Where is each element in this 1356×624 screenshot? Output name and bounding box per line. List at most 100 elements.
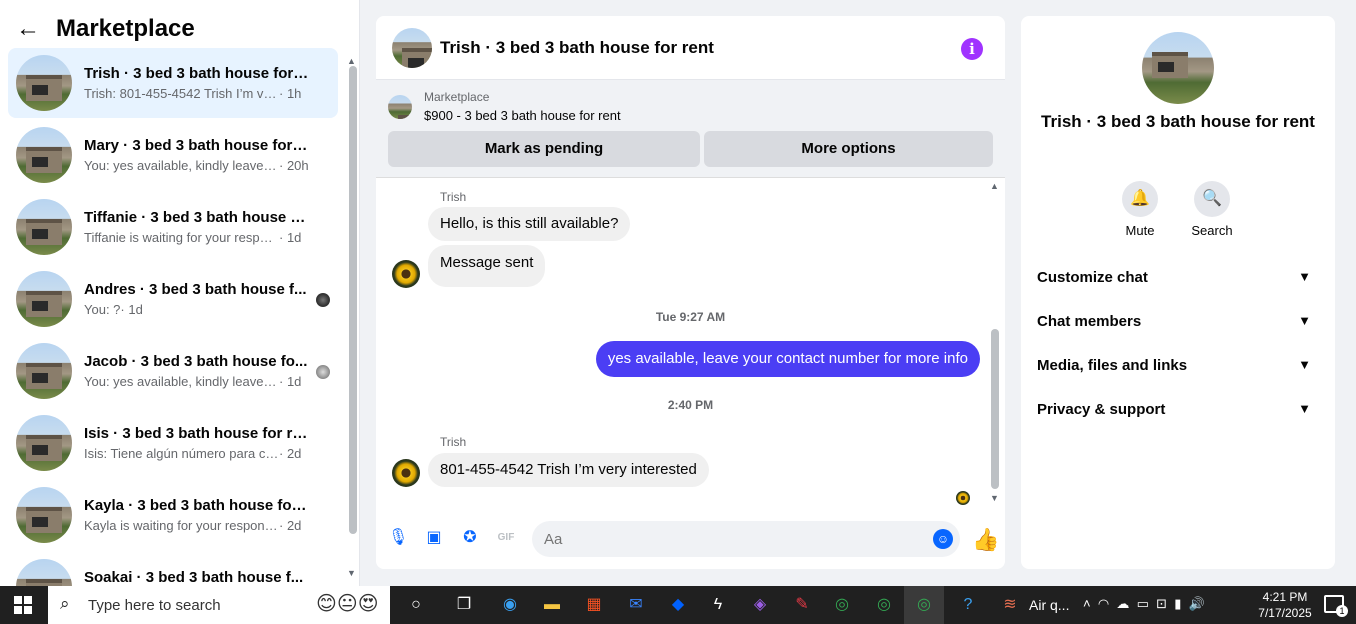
scrollbar-thumb[interactable] bbox=[349, 66, 357, 534]
conversation-time: · 1d bbox=[279, 374, 302, 389]
cortana-icon[interactable]: ○ bbox=[404, 594, 428, 616]
timestamp: Tue 9:27 AM bbox=[655, 310, 726, 324]
conversation-name: Kayla · 3 bed 3 bath house for re... bbox=[84, 497, 309, 514]
chrome-icon[interactable]: ◎ bbox=[830, 594, 854, 616]
windows-taskbar: ⌕ Type here to search 😊😐😍 ○ ❐ ◉ ▬ ▦ ✉ ◆ … bbox=[0, 586, 1356, 624]
system-tray-icons[interactable]: ˄ ◠ ☁ ▭ ⊡ ▮ 🔊 bbox=[1083, 596, 1205, 612]
house-avatar bbox=[16, 127, 72, 183]
house-avatar bbox=[16, 271, 72, 327]
conversation-name: Isis · 3 bed 3 bath house for rent bbox=[84, 425, 309, 442]
info-icon[interactable]: i bbox=[961, 38, 983, 60]
photo-icon[interactable]: ▣ bbox=[424, 528, 444, 548]
chevron-down-icon: ▼ bbox=[1298, 357, 1311, 372]
section-privacy-support[interactable]: Privacy & support ▼ bbox=[1037, 401, 1319, 423]
conversation-item[interactable]: Trish · 3 bed 3 bath house for rent Tris… bbox=[8, 48, 338, 118]
notification-icon[interactable]: 1 bbox=[1324, 595, 1348, 617]
search-button[interactable]: 🔍 Search bbox=[1182, 181, 1242, 238]
edge-icon[interactable]: ◉ bbox=[498, 594, 522, 616]
sticker-icon[interactable]: ✪ bbox=[460, 528, 480, 548]
sunflower-avatar-icon[interactable] bbox=[392, 459, 420, 487]
marketplace-label: Marketplace bbox=[424, 90, 490, 104]
timestamp: 2:40 PM bbox=[667, 398, 714, 412]
conversation-item[interactable]: Andres · 3 bed 3 bath house f... You: ?·… bbox=[8, 264, 338, 334]
scroll-up-icon[interactable]: ▲ bbox=[347, 56, 356, 66]
incoming-message[interactable]: 801-455-4542 Trish I’m very interested bbox=[428, 453, 709, 487]
dropbox-icon[interactable]: ◆ bbox=[666, 594, 690, 616]
outgoing-message[interactable]: yes available, leave your contact number… bbox=[595, 341, 980, 377]
chat-title[interactable]: Trish · 3 bed 3 bath house for rent bbox=[440, 38, 714, 58]
conversation-preview: Kayla is waiting for your response. bbox=[84, 518, 279, 533]
help-icon[interactable]: ? bbox=[956, 594, 980, 616]
file-explorer-icon[interactable]: ▬ bbox=[540, 594, 564, 616]
scrollbar-thumb[interactable] bbox=[991, 329, 999, 489]
section-chat-members[interactable]: Chat members ▼ bbox=[1037, 313, 1319, 335]
sender-name: Trish bbox=[440, 190, 467, 204]
conversation-item[interactable]: Kayla · 3 bed 3 bath house for re... Kay… bbox=[8, 480, 338, 550]
thumbs-up-icon[interactable]: 👍 bbox=[972, 527, 999, 553]
more-options-button[interactable]: More options bbox=[704, 131, 993, 167]
conversation-preview: Trish: 801-455-4542 Trish I’m very i... bbox=[84, 86, 279, 101]
conversation-time: · 1h bbox=[279, 86, 302, 101]
store-icon[interactable]: ▦ bbox=[582, 594, 606, 616]
sunflower-avatar-icon[interactable] bbox=[392, 260, 420, 288]
scroll-down-icon[interactable]: ▼ bbox=[990, 493, 999, 503]
mail-icon[interactable]: ✉ bbox=[624, 594, 648, 616]
section-customize-chat[interactable]: Customize chat ▼ bbox=[1037, 269, 1319, 291]
conversation-item[interactable]: Tiffanie · 3 bed 3 bath house for... Tif… bbox=[8, 192, 338, 262]
listing-thumbnail[interactable] bbox=[388, 94, 412, 119]
conversation-time: · 20h bbox=[279, 158, 309, 173]
sender-name: Trish bbox=[440, 435, 467, 449]
back-arrow-icon[interactable]: ← bbox=[16, 15, 50, 43]
scroll-down-icon[interactable]: ▼ bbox=[347, 568, 356, 578]
chrome-active-icon[interactable]: ◎ bbox=[912, 594, 936, 616]
emoji-faces-icon: 😊😐😍 bbox=[316, 593, 379, 615]
mark-pending-button[interactable]: Mark as pending bbox=[388, 131, 700, 167]
conversation-item[interactable]: Mary · 3 bed 3 bath house for re... You:… bbox=[8, 120, 338, 190]
conversation-item[interactable]: Soakai · 3 bed 3 bath house f... bbox=[8, 552, 338, 586]
microphone-icon[interactable]: 🎙 bbox=[388, 528, 408, 548]
house-avatar bbox=[16, 199, 72, 255]
conversation-name: Mary · 3 bed 3 bath house for re... bbox=[84, 137, 309, 154]
weather-text[interactable]: Air q... bbox=[1029, 597, 1069, 613]
windows-start-icon[interactable] bbox=[14, 596, 32, 614]
taskbar-search-placeholder: Type here to search bbox=[88, 597, 221, 614]
chat-avatar[interactable] bbox=[392, 27, 432, 68]
clock[interactable]: 4:21 PM 7/17/2025 bbox=[1252, 589, 1318, 621]
scroll-up-icon[interactable]: ▲ bbox=[990, 181, 999, 191]
incoming-message[interactable]: Hello, is this still available? bbox=[428, 207, 631, 241]
message-input[interactable] bbox=[532, 521, 960, 557]
house-avatar bbox=[16, 487, 72, 543]
clock-time: 4:21 PM bbox=[1262, 590, 1308, 604]
bell-icon[interactable]: 🔔 bbox=[1122, 181, 1158, 217]
search-icon[interactable]: 🔍 bbox=[1194, 181, 1230, 217]
search-label: Search bbox=[1191, 223, 1233, 238]
m365-icon[interactable]: ◈ bbox=[748, 594, 772, 616]
task-view-icon[interactable]: ❐ bbox=[452, 594, 476, 616]
section-label: Privacy & support bbox=[1037, 401, 1166, 418]
notification-count: 1 bbox=[1336, 605, 1348, 617]
listing-title[interactable]: $900 - 3 bed 3 bath house for rent bbox=[424, 108, 621, 123]
sidebar-scrollbar[interactable]: ▲ ▼ bbox=[346, 56, 358, 586]
conversation-preview: Tiffanie is waiting for your response. bbox=[84, 230, 279, 245]
profile-avatar[interactable] bbox=[1142, 32, 1214, 104]
chat-panel: Trish · 3 bed 3 bath house for rent i Ma… bbox=[376, 16, 1005, 569]
emoji-icon[interactable]: ☺ bbox=[933, 529, 953, 549]
conversation-item[interactable]: Isis · 3 bed 3 bath house for rent Isis:… bbox=[8, 408, 338, 478]
chat-scrollbar[interactable]: ▲ ▼ bbox=[989, 179, 1001, 509]
paint-icon[interactable]: ✎ bbox=[790, 594, 814, 616]
conversation-item[interactable]: Jacob · 3 bed 3 bath house fo... You: ye… bbox=[8, 336, 338, 406]
weather-icon[interactable]: ≋ bbox=[998, 594, 1022, 616]
gif-icon[interactable]: GIF bbox=[496, 528, 516, 548]
conversation-name: Andres · 3 bed 3 bath house f... bbox=[84, 281, 307, 298]
app-bolt-icon[interactable]: ϟ bbox=[706, 594, 730, 616]
conversation-name: Tiffanie · 3 bed 3 bath house for... bbox=[84, 209, 309, 226]
taskbar-search[interactable]: ⌕ Type here to search 😊😐😍 bbox=[48, 586, 390, 624]
message-list: Trish Hello, is this still available? Me… bbox=[376, 179, 1005, 509]
mute-button[interactable]: 🔔 Mute bbox=[1110, 181, 1170, 238]
message-composer: 🎙 ▣ ✪ GIF ☺ 👍 bbox=[376, 518, 1005, 560]
details-panel: Trish · 3 bed 3 bath house for rent 🔔 Mu… bbox=[1021, 16, 1335, 569]
section-media-files-links[interactable]: Media, files and links ▼ bbox=[1037, 357, 1319, 379]
house-avatar bbox=[16, 559, 72, 586]
chrome-profile-icon[interactable]: ◎ bbox=[872, 594, 896, 616]
incoming-message[interactable]: Message sent bbox=[428, 245, 546, 287]
